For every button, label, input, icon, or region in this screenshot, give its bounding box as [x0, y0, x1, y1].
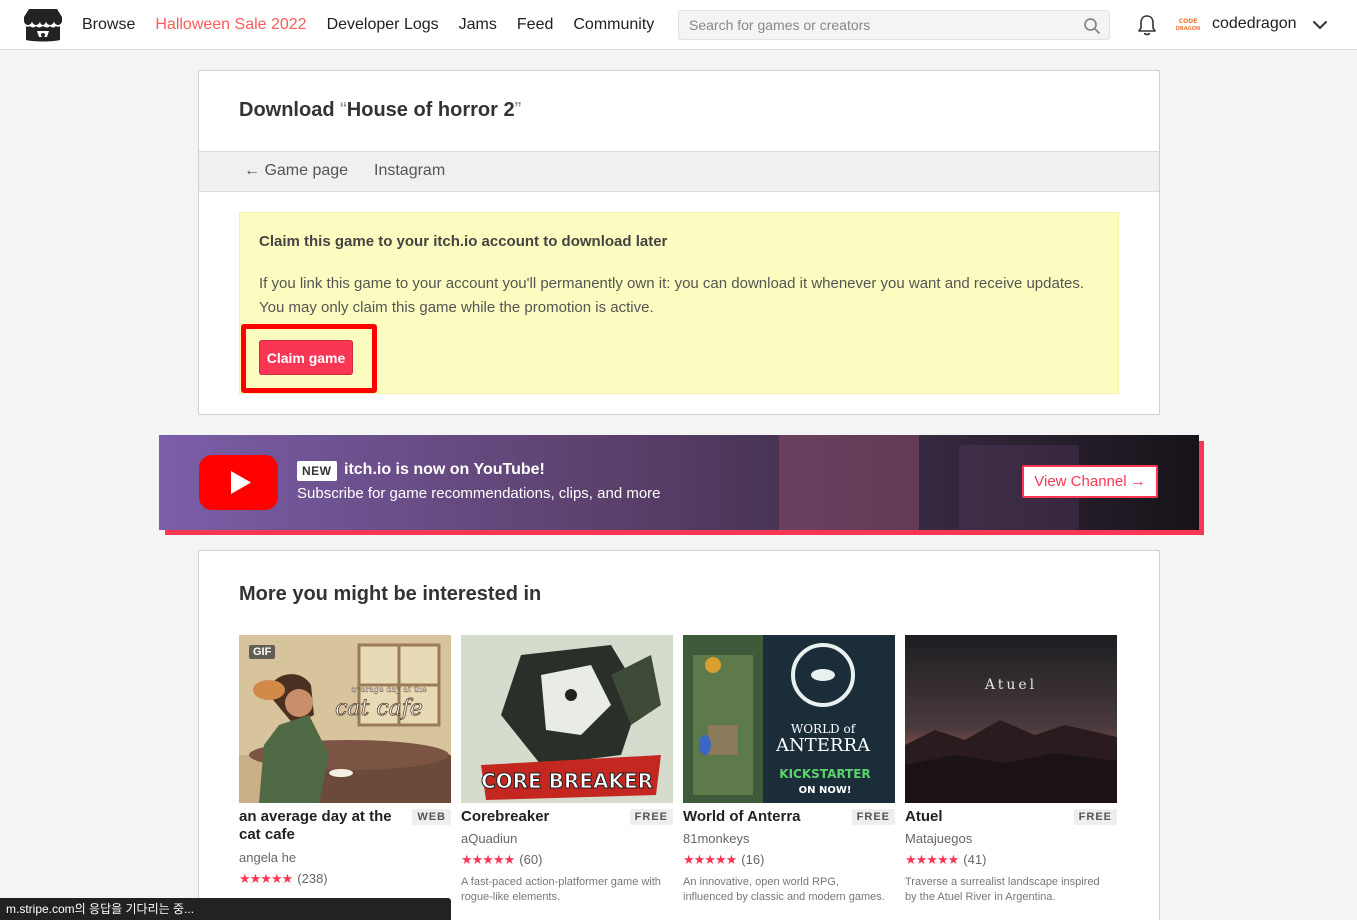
main-nav: Browse Halloween Sale 2022 Developer Log… — [82, 0, 674, 50]
search-icon[interactable] — [1083, 17, 1101, 35]
banner-subtitle: Subscribe for game recommendations, clip… — [297, 485, 661, 502]
nav-developer-logs[interactable]: Developer Logs — [327, 16, 439, 34]
game-title[interactable]: Corebreaker — [461, 808, 621, 826]
game-title[interactable]: an average day at the cat cafe — [239, 808, 399, 844]
game-author[interactable]: Matajuegos — [905, 831, 972, 846]
nav-feed[interactable]: Feed — [517, 16, 553, 34]
game-thumbnail[interactable]: average day at the cat cafe GIF — [239, 635, 451, 803]
game-thumbnail[interactable]: WORLD of ANTERRA KICKSTARTER ON NOW! — [683, 635, 895, 803]
rating-stars: ★★★★★ (41) — [905, 852, 987, 867]
game-name: House of horror 2 — [346, 99, 515, 121]
anterra-top-text: WORLD of — [791, 722, 857, 736]
download-card: Download “House of horror 2” ← Game page… — [198, 70, 1160, 415]
game-thumbnail[interactable]: Atuel — [905, 635, 1117, 803]
nav-jams[interactable]: Jams — [459, 16, 497, 34]
game-author[interactable]: 81monkeys — [683, 831, 749, 846]
game-cell: CORE BREAKER Corebreaker FREE aQuadiun ★… — [461, 635, 673, 903]
game-author[interactable]: aQuadiun — [461, 831, 517, 846]
rating-stars: ★★★★★ (60) — [461, 852, 543, 867]
cat-cafe-art: average day at the cat cafe — [239, 635, 451, 803]
view-channel-button[interactable]: View Channel → — [1022, 465, 1158, 498]
youtube-banner[interactable]: NEW itch.io is now on YouTube! Subscribe… — [159, 435, 1199, 530]
game-cell: WORLD of ANTERRA KICKSTARTER ON NOW! Wor… — [683, 635, 895, 903]
rating-count: (238) — [297, 871, 328, 886]
svg-text:DRAGON: DRAGON — [1176, 26, 1200, 32]
cafe-title-text: cat cafe — [335, 696, 423, 721]
atuel-title-text: Atuel — [984, 677, 1037, 693]
rating-stars: ★★★★★ (238) — [239, 871, 328, 886]
page-title: Download “House of horror 2” — [239, 99, 521, 122]
game-author[interactable]: angela he — [239, 850, 296, 865]
title-close-quote: ” — [514, 99, 522, 121]
search-input[interactable] — [679, 11, 1109, 39]
bell-icon[interactable] — [1136, 13, 1158, 37]
banner-bg-blur — [779, 435, 919, 530]
game-thumbnail[interactable]: CORE BREAKER — [461, 635, 673, 803]
svg-text:CODE: CODE — [1179, 18, 1198, 25]
rating-count: (16) — [741, 852, 765, 867]
game-description: An innovative, open world RPG, influence… — [683, 876, 885, 903]
nav-halloween-sale[interactable]: Halloween Sale 2022 — [155, 16, 306, 34]
atuel-art: Atuel — [905, 635, 1117, 803]
notice-text: If you link this game to your account yo… — [259, 275, 1084, 316]
recommendations-heading: More you might be interested in — [239, 583, 542, 605]
title-prefix: Download — [239, 99, 341, 121]
cafe-small-text: average day at the — [351, 685, 427, 694]
itchio-logo-icon[interactable] — [23, 7, 63, 43]
on-now-text: ON NOW! — [799, 785, 852, 796]
recommendations-card: More you might be interested in average … — [198, 550, 1160, 920]
chevron-down-icon[interactable] — [1312, 17, 1328, 33]
banner-title: itch.io is now on YouTube! — [344, 461, 545, 478]
corebreaker-logo-text: CORE BREAKER — [481, 769, 653, 793]
anterra-art: WORLD of ANTERRA KICKSTARTER ON NOW! — [683, 635, 895, 803]
new-badge: NEW — [297, 461, 337, 481]
title-open-quote: “ — [340, 99, 347, 121]
rating-stars: ★★★★★ (16) — [683, 852, 765, 867]
game-cell: Atuel Atuel FREE Matajuegos ★★★★★ (41) Tr… — [905, 635, 1117, 903]
browser-status-bar: m.stripe.com의 응답을 기다리는 중... — [0, 898, 451, 920]
rating-count: (60) — [519, 852, 543, 867]
price-tag: FREE — [1073, 809, 1117, 825]
game-page-link[interactable]: ← Game page — [244, 162, 348, 180]
rating-count: (41) — [963, 852, 987, 867]
game-title[interactable]: World of Anterra — [683, 808, 843, 826]
search-box — [678, 10, 1110, 40]
instagram-link[interactable]: Instagram — [374, 162, 445, 180]
top-header: Browse Halloween Sale 2022 Developer Log… — [0, 0, 1357, 50]
game-description: A fast-paced action-platformer game with… — [461, 876, 661, 903]
price-tag: FREE — [851, 809, 895, 825]
claim-game-button[interactable]: Claim game — [259, 340, 353, 375]
youtube-icon — [199, 455, 278, 510]
nav-browse[interactable]: Browse — [82, 16, 135, 34]
game-cell: average day at the cat cafe GIF an avera… — [239, 635, 451, 886]
corebreaker-art: CORE BREAKER — [461, 635, 673, 803]
user-avatar[interactable]: CODE DRAGON — [1175, 13, 1201, 37]
sub-nav: ← Game page Instagram — [199, 151, 1159, 192]
notice-title: Claim this game to your itch.io account … — [259, 233, 668, 250]
claim-notice: Claim this game to your itch.io account … — [239, 212, 1119, 394]
game-description: Traverse a surrealist landscape inspired… — [905, 876, 1100, 903]
anterra-title-text: ANTERRA — [775, 735, 871, 756]
username-label[interactable]: codedragon — [1212, 15, 1297, 33]
gif-badge: GIF — [249, 645, 276, 659]
kickstarter-text: KICKSTARTER — [779, 767, 870, 781]
price-tag: FREE — [629, 809, 673, 825]
nav-community[interactable]: Community — [573, 16, 654, 34]
platform-tag: WEB — [412, 809, 451, 825]
game-title[interactable]: Atuel — [905, 808, 1065, 826]
